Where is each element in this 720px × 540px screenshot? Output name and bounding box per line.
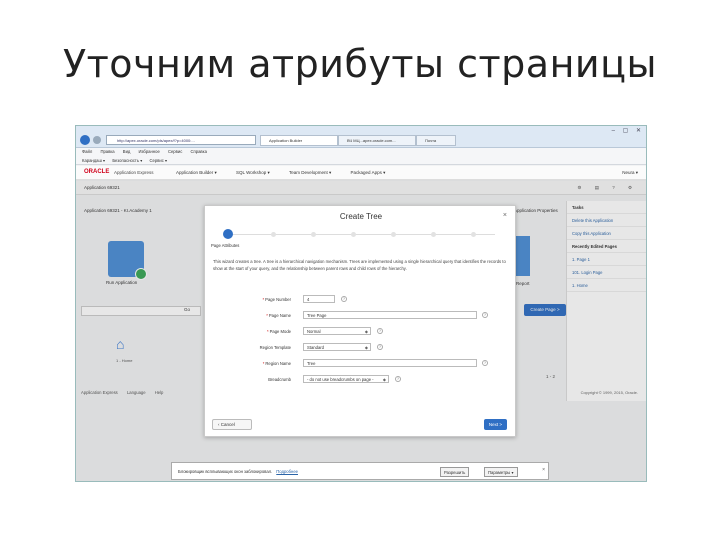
field-label: *Page Mode: [266, 329, 291, 334]
page-number-input[interactable]: 4: [303, 295, 335, 303]
slide-title: Уточним атрибуты страницы: [62, 42, 657, 86]
nav-app-builder[interactable]: Application Builder ▾: [176, 170, 217, 175]
menu-edit[interactable]: Правка: [100, 149, 114, 154]
chevron-down-icon: ◆: [382, 377, 386, 382]
wizard-step-label: Page Attributes: [211, 243, 240, 248]
field-page-number: *Page Number 4 ?: [205, 295, 517, 305]
apex-header: ORACLE Application Express Application B…: [76, 166, 646, 180]
menu-view[interactable]: Вид: [123, 149, 131, 154]
commandbar-item[interactable]: Безопасность ▾: [112, 158, 142, 163]
next-button[interactable]: Next >: [484, 419, 507, 430]
field-region-name: *Region Name Tree ?: [205, 359, 517, 369]
notification-text: Блокировщик всплывающих окон заблокирова…: [178, 469, 298, 474]
nav-sql-workshop[interactable]: SQL Workshop ▾: [236, 170, 270, 175]
close-icon[interactable]: ×: [503, 212, 507, 219]
nav-packaged-apps[interactable]: Packaged Apps ▾: [351, 170, 386, 175]
cancel-button[interactable]: ‹ Cancel: [212, 419, 252, 430]
wizard-step: [431, 232, 436, 237]
tab-application-builder[interactable]: Application Builder: [260, 135, 338, 146]
browser-screenshot: http://apex.oracle.com/pls/apex/f?p=4000…: [75, 125, 647, 482]
help-icon[interactable]: ?: [482, 312, 488, 318]
allow-button[interactable]: Разрешить: [440, 467, 470, 477]
apex-nav: Application Builder ▾ SQL Workshop ▾ Tea…: [176, 170, 403, 176]
browser-titlebar: http://apex.oracle.com/pls/apex/f?p=4000…: [76, 126, 646, 148]
dialog-title: Create Tree: [339, 212, 383, 221]
wizard-step: [471, 232, 476, 237]
window-controls[interactable]: – ▢ ✕: [612, 127, 644, 134]
field-label: *Page Number: [262, 297, 291, 302]
region-template-select[interactable]: Standard ◆: [303, 343, 371, 351]
commandbar-item[interactable]: Карандаш ▾: [82, 158, 105, 163]
user-menu[interactable]: Neura ▾: [622, 170, 638, 176]
help-icon[interactable]: ?: [377, 344, 383, 350]
options-button[interactable]: Параметры ▾: [484, 467, 518, 477]
chevron-down-icon: ◆: [364, 329, 368, 334]
field-label: Breadcrumb: [268, 377, 291, 382]
required-marker: *: [266, 329, 269, 334]
oracle-logo: ORACLE: [84, 169, 110, 175]
browser-commandbar: Карандаш ▾ Безопасность ▾ Сервис ▾: [76, 156, 646, 165]
field-label: *Page Name: [266, 313, 291, 318]
menu-favorites[interactable]: Избранное: [139, 149, 160, 154]
back-button[interactable]: [80, 135, 90, 145]
field-breadcrumb: Breadcrumb - do not use breadcrumbs on p…: [205, 375, 517, 385]
help-icon[interactable]: ?: [341, 296, 347, 302]
commandbar-item[interactable]: Сервис ▾: [149, 158, 167, 163]
wizard-step: [351, 232, 356, 237]
address-bar[interactable]: http://apex.oracle.com/pls/apex/f?p=4000…: [106, 135, 256, 145]
tab-mail[interactable]: Почта: [416, 135, 456, 146]
product-name: Application Express: [114, 170, 154, 175]
help-icon[interactable]: ?: [482, 360, 488, 366]
wizard-step: [311, 232, 316, 237]
notification-bar: Блокировщик всплывающих окон заблокирова…: [171, 462, 549, 480]
wizard-step: [271, 232, 276, 237]
required-marker: *: [266, 313, 268, 318]
notification-link[interactable]: Подробнее: [276, 469, 298, 474]
nav-team-dev[interactable]: Team Development ▾: [289, 170, 331, 175]
wizard-step-current: [223, 229, 233, 239]
chevron-down-icon: ◆: [364, 345, 368, 350]
field-page-mode: *Page Mode Normal ◆ ?: [205, 327, 517, 337]
page-mode-select[interactable]: Normal ◆: [303, 327, 371, 335]
menu-tools[interactable]: Сервис: [168, 149, 182, 154]
create-tree-dialog: Create Tree × Page Attributes This wizar…: [204, 205, 516, 437]
forward-button[interactable]: [93, 136, 101, 144]
wizard-progress-line: [227, 234, 495, 235]
help-icon[interactable]: ?: [377, 328, 383, 334]
field-page-name: *Page Name Tree Page ?: [205, 311, 517, 321]
menu-file[interactable]: Файл: [82, 149, 92, 154]
field-label: *Region Name: [262, 361, 291, 366]
tab-second[interactable]: ВЧ МЦ...apex.oracle.com...: [338, 135, 416, 146]
breadcrumb-select[interactable]: - do not use breadcrumbs on page - ◆: [303, 375, 389, 383]
region-name-input[interactable]: Tree: [303, 359, 477, 367]
close-icon[interactable]: ×: [542, 467, 545, 473]
wizard-step: [391, 232, 396, 237]
field-label: Region Template: [259, 345, 291, 350]
dialog-description: This wizard creates a tree. A tree is a …: [213, 259, 506, 271]
browser-menubar: Файл Правка Вид Избранное Сервис Справка: [76, 148, 646, 156]
page-name-input[interactable]: Tree Page: [303, 311, 477, 319]
field-region-template: Region Template Standard ◆ ?: [205, 343, 517, 353]
help-icon[interactable]: ?: [395, 376, 401, 382]
menu-help[interactable]: Справка: [190, 149, 206, 154]
required-marker: *: [262, 297, 265, 302]
